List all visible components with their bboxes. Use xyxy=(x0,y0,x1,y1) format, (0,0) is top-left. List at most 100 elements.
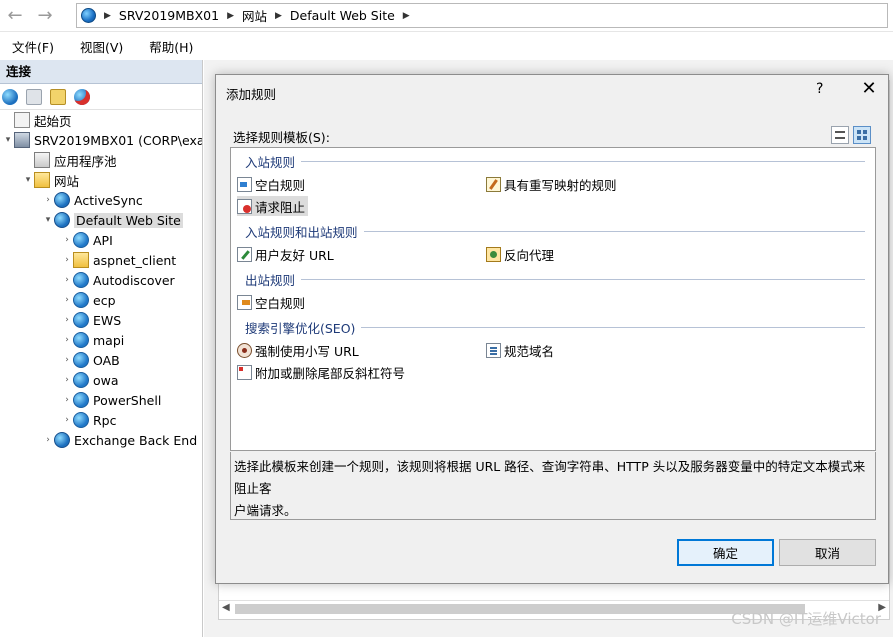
app-icon xyxy=(73,292,89,308)
menu-help[interactable]: 帮助(H) xyxy=(149,37,193,56)
expand-chevron-right-icon[interactable]: › xyxy=(61,295,73,305)
chevron-right-icon: ▶ xyxy=(275,10,282,21)
group-inbound-rules: 入站规则 xyxy=(245,152,865,171)
back-arrow-icon[interactable]: ← xyxy=(4,5,26,27)
tree-node[interactable]: › API xyxy=(0,230,202,250)
address-bar-row: ← → ▶ SRV2019MBX01 ▶ 网站 ▶ Default Web Si… xyxy=(0,0,893,32)
expand-chevron-down-icon[interactable]: ▾ xyxy=(42,215,54,225)
chevron-right-icon: ▶ xyxy=(227,10,234,21)
ok-button[interactable]: 确定 xyxy=(677,539,774,566)
site-icon xyxy=(54,212,70,228)
tree-node-label: EWS xyxy=(93,312,122,328)
canonical-domain-icon xyxy=(486,342,501,358)
tree-node[interactable]: › aspnet_client xyxy=(0,250,202,270)
lowercase-url-icon xyxy=(237,342,252,358)
tree-node-label: PowerShell xyxy=(93,392,162,408)
expand-chevron-right-icon[interactable]: › xyxy=(61,235,73,245)
list-view-icon[interactable] xyxy=(831,126,849,144)
tree-node[interactable]: ▾ SRV2019MBX01 (CORP\exa xyxy=(0,130,202,150)
app-icon xyxy=(73,312,89,328)
template-blank-inbound-rule[interactable]: 空白规则 xyxy=(237,174,305,194)
rewrite-map-icon xyxy=(486,176,501,192)
reverse-proxy-icon xyxy=(486,246,501,262)
description-line-1: 选择此模板来创建一个规则，该规则将根据 URL 路径、查询字符串、HTTP 头以… xyxy=(234,459,866,496)
expand-chevron-right-icon[interactable]: › xyxy=(42,435,54,445)
rule-template-list: 入站规则 空白规则 具有重写映射的规则 请求阻止 入站规则和出站规则 用户友好 … xyxy=(230,147,876,451)
menu-view[interactable]: 视图(V) xyxy=(80,37,123,56)
menu-bar: 文件(F) 视图(V) 帮助(H) xyxy=(0,33,893,59)
expand-chevron-down-icon[interactable]: ▾ xyxy=(2,135,14,145)
tree-node-label: 网站 xyxy=(54,173,80,189)
expand-chevron-right-icon[interactable]: › xyxy=(61,255,73,265)
tree-node[interactable]: 起始页 xyxy=(0,110,202,130)
menu-file[interactable]: 文件(F) xyxy=(12,37,54,56)
address-box[interactable]: ▶ SRV2019MBX01 ▶ 网站 ▶ Default Web Site ▶ xyxy=(76,3,888,28)
template-canonical-domain[interactable]: 规范域名 xyxy=(486,340,554,360)
breadcrumb-server[interactable]: SRV2019MBX01 xyxy=(119,8,219,23)
tree-node-label: 起始页 xyxy=(34,113,72,129)
template-request-blocking[interactable]: 请求阻止 xyxy=(237,196,309,216)
app-icon xyxy=(73,272,89,288)
tree-node-label: Rpc xyxy=(93,412,117,428)
template-prompt-label: 选择规则模板(S): xyxy=(233,130,330,145)
template-lowercase-url[interactable]: 强制使用小写 URL xyxy=(237,340,359,360)
folder-up-icon[interactable] xyxy=(50,88,66,105)
tree-node[interactable]: › Rpc xyxy=(0,410,202,430)
globe-icon xyxy=(81,8,96,23)
description-line-2: 户端请求。 xyxy=(234,503,297,518)
site-icon xyxy=(54,432,70,448)
tree-node[interactable]: › Autodiscover xyxy=(0,270,202,290)
tree-node-label: mapi xyxy=(93,332,125,348)
tree-node-label: Exchange Back End xyxy=(74,432,198,448)
blank-outbound-rule-icon xyxy=(237,294,252,310)
cancel-button[interactable]: 取消 xyxy=(779,539,876,566)
breadcrumb-sites[interactable]: 网站 xyxy=(242,6,267,25)
expand-chevron-right-icon[interactable]: › xyxy=(61,395,73,405)
template-blank-outbound-rule[interactable]: 空白规则 xyxy=(237,292,305,312)
expand-chevron-right-icon[interactable]: › xyxy=(61,315,73,325)
app-icon xyxy=(73,392,89,408)
help-icon[interactable]: ? xyxy=(816,81,823,97)
app-pool-icon xyxy=(34,152,50,168)
tree-node[interactable]: ▾ Default Web Site xyxy=(0,210,202,230)
tree-node[interactable]: › EWS xyxy=(0,310,202,330)
blank-rule-icon xyxy=(237,176,252,192)
breadcrumb-default-web-site[interactable]: Default Web Site xyxy=(290,8,395,23)
forward-arrow-icon[interactable]: → xyxy=(34,5,56,27)
expand-chevron-right-icon[interactable]: › xyxy=(61,275,73,285)
connect-globe-icon[interactable] xyxy=(2,88,18,105)
tree-node-label: aspnet_client xyxy=(93,252,177,268)
scroll-left-icon[interactable]: ◀ xyxy=(222,602,230,613)
tree-node[interactable]: ▾ 网站 xyxy=(0,170,202,190)
expand-chevron-right-icon[interactable]: › xyxy=(61,335,73,345)
tree-node[interactable]: › ActiveSync xyxy=(0,190,202,210)
template-trailing-slash[interactable]: 附加或删除尾部反斜杠符号 xyxy=(237,362,405,382)
group-outbound-rules: 出站规则 xyxy=(245,270,865,289)
tile-view-icon[interactable] xyxy=(853,126,871,144)
tree-node[interactable]: › Exchange Back End xyxy=(0,430,202,450)
expand-chevron-down-icon[interactable]: ▾ xyxy=(22,175,34,185)
scrollbar-thumb[interactable] xyxy=(235,604,805,614)
connections-tree: 起始页 ▾ SRV2019MBX01 (CORP\exa 应用程序池 ▾ 网站 › Activ… xyxy=(0,110,202,450)
disconnect-icon[interactable] xyxy=(74,88,90,105)
expand-chevron-right-icon[interactable]: › xyxy=(61,415,73,425)
tree-node[interactable]: › PowerShell xyxy=(0,390,202,410)
tree-node[interactable]: › mapi xyxy=(0,330,202,350)
tree-node[interactable]: 应用程序池 xyxy=(0,150,202,170)
chevron-right-icon: ▶ xyxy=(104,10,111,21)
tree-node-label: 应用程序池 xyxy=(54,153,117,169)
expand-chevron-right-icon[interactable]: › xyxy=(61,375,73,385)
expand-chevron-right-icon[interactable]: › xyxy=(61,355,73,365)
tree-node[interactable]: › OAB xyxy=(0,350,202,370)
save-icon[interactable] xyxy=(26,88,42,105)
tree-node[interactable]: › owa xyxy=(0,370,202,390)
tree-node[interactable]: › ecp xyxy=(0,290,202,310)
template-reverse-proxy[interactable]: 反向代理 xyxy=(486,244,554,264)
close-icon[interactable]: ✕ xyxy=(858,78,880,99)
template-rewrite-map-rule[interactable]: 具有重写映射的规则 xyxy=(486,174,617,194)
template-friendly-url[interactable]: 用户友好 URL xyxy=(237,244,334,264)
expand-chevron-right-icon[interactable]: › xyxy=(42,195,54,205)
connections-panel: 连接 起始页 ▾ SRV2019MBX01 (CORP\exa 应用程序池 ▾ 网站 › Ac… xyxy=(0,60,203,637)
view-mode-switcher xyxy=(831,126,871,144)
dialog-title: 添加规则 xyxy=(226,87,277,102)
